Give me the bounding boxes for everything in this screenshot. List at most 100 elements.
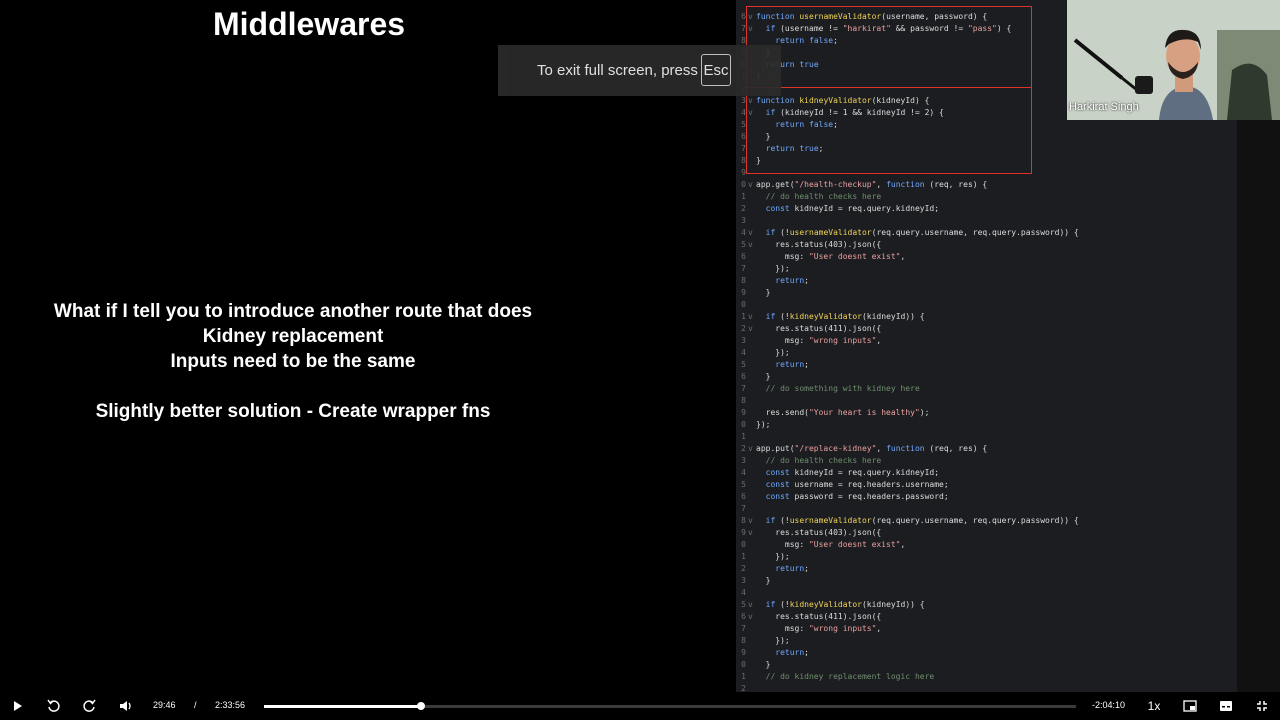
code-text: return false; xyxy=(775,36,838,45)
slide-line: What if I tell you to introduce another … xyxy=(53,301,533,322)
line-number: 8 xyxy=(741,156,746,165)
code-line: 7 return true; xyxy=(736,143,823,155)
play-button[interactable] xyxy=(6,692,30,720)
code-text: if (username != "harkirat" && password !… xyxy=(765,24,1012,33)
line-number: 8 xyxy=(741,516,746,525)
code-line: 6 } xyxy=(736,131,770,143)
fold-chevron-icon: v xyxy=(748,180,753,189)
code-line: 9 return; xyxy=(736,647,809,659)
right-margin xyxy=(1237,120,1280,692)
code-line: 1 // do kidney replacement logic here xyxy=(736,671,934,683)
code-line: 2 return; xyxy=(736,563,809,575)
slide-line: Inputs need to be the same xyxy=(170,351,416,372)
captions-icon xyxy=(1220,701,1232,711)
line-number: 0 xyxy=(741,420,746,429)
code-text: } xyxy=(756,132,771,141)
code-line: 5 return false; xyxy=(736,119,838,131)
code-text: if (!kidneyValidator(kidneyId)) { xyxy=(765,312,925,321)
code-text: } xyxy=(756,156,761,165)
line-number: 0 xyxy=(741,300,746,309)
picture-in-picture-icon xyxy=(1183,700,1197,712)
line-number: 5 xyxy=(741,240,746,249)
code-text: msg: "wrong inputs", xyxy=(756,624,882,633)
line-number: 9 xyxy=(741,288,746,297)
line-number: 3 xyxy=(741,96,746,105)
code-text: return; xyxy=(775,276,809,285)
code-line: 7 }); xyxy=(736,263,790,275)
code-text: return true; xyxy=(765,144,824,153)
code-line: 9 res.send("Your heart is healthy"); xyxy=(736,407,929,419)
fold-chevron-icon: v xyxy=(748,96,753,105)
fold-chevron-icon: v xyxy=(748,312,753,321)
line-number: 0 xyxy=(741,540,746,549)
code-line: 7v if (username != "harkirat" && passwor… xyxy=(736,23,1011,35)
line-number: 4 xyxy=(741,468,746,477)
line-number: 5 xyxy=(741,360,746,369)
code-text: if (!kidneyValidator(kidneyId)) { xyxy=(765,600,925,609)
code-line: 7 msg: "wrong inputs", xyxy=(736,623,881,635)
code-line: 1 }); xyxy=(736,551,790,563)
slide-line: Kidney replacement xyxy=(202,326,384,347)
seek-bar[interactable] xyxy=(264,705,1076,708)
presenter-name: Harkirat Singh xyxy=(1069,101,1139,113)
code-text: if (!usernameValidator(req.query.usernam… xyxy=(765,516,1079,525)
line-number: 6 xyxy=(741,12,746,21)
code-text: const password = req.headers.password; xyxy=(765,492,949,501)
code-text: } xyxy=(756,576,771,585)
forward-button[interactable] xyxy=(77,692,101,720)
total-duration: 2:33:56 xyxy=(215,700,246,710)
rewind-10-icon xyxy=(47,699,60,712)
line-number: 7 xyxy=(741,264,746,273)
code-text: msg: "User doesnt exist", xyxy=(756,252,906,261)
line-number: 8 xyxy=(741,276,746,285)
code-line: 4v if (kidneyId != 1 && kidneyId != 2) { xyxy=(736,107,944,119)
esc-key-hint: Esc xyxy=(701,54,731,86)
code-line: 6 } xyxy=(736,371,770,383)
exit-fullscreen-button[interactable] xyxy=(1250,692,1274,720)
line-number: 2 xyxy=(741,684,746,692)
forward-10-icon xyxy=(83,699,96,712)
line-number: 1 xyxy=(741,432,746,441)
play-icon xyxy=(14,701,22,711)
pip-button[interactable] xyxy=(1178,692,1202,720)
line-number: 5 xyxy=(741,480,746,489)
code-line: 0 msg: "User doesnt exist", xyxy=(736,539,905,551)
fold-chevron-icon: v xyxy=(748,228,753,237)
code-line: 4 }); xyxy=(736,347,790,359)
speed-button[interactable]: 1x xyxy=(1142,692,1166,720)
video-controls: 29:46 / 2:33:56 -2:04:10 1x xyxy=(0,692,1280,720)
code-text: } xyxy=(756,372,771,381)
code-line: 0}); xyxy=(736,419,770,431)
code-line: 3 } xyxy=(736,575,770,587)
code-text: } xyxy=(756,660,771,669)
seek-thumb[interactable] xyxy=(416,702,425,710)
code-text: msg: "User doesnt exist", xyxy=(756,540,906,549)
code-line: 9v res.status(403).json({ xyxy=(736,527,881,539)
code-text: }); xyxy=(756,264,790,273)
code-text: res.send("Your heart is healthy"); xyxy=(756,408,930,417)
fold-chevron-icon: v xyxy=(748,528,753,537)
line-number: 5 xyxy=(741,120,746,129)
line-number: 2 xyxy=(741,444,746,453)
line-number: 6 xyxy=(741,372,746,381)
rewind-button[interactable] xyxy=(42,692,66,720)
line-number: 9 xyxy=(741,408,746,417)
line-number: 0 xyxy=(741,660,746,669)
line-number: 8 xyxy=(741,636,746,645)
slide-body: What if I tell you to introduce another … xyxy=(0,299,586,424)
code-line: 2 xyxy=(736,683,756,692)
code-text: function kidneyValidator(kidneyId) { xyxy=(756,96,930,105)
code-text: res.status(411).json({ xyxy=(756,324,882,333)
fullscreen-exit-notice: To exit full screen, press Esc xyxy=(498,45,781,96)
code-text: const kidneyId = req.query.kidneyId; xyxy=(765,204,940,213)
captions-button[interactable] xyxy=(1214,692,1238,720)
code-line: 2v res.status(411).json({ xyxy=(736,323,881,335)
code-text: return; xyxy=(775,564,809,573)
line-number: 7 xyxy=(741,144,746,153)
volume-button[interactable] xyxy=(114,692,138,720)
exit-fullscreen-icon xyxy=(1257,701,1267,711)
fold-chevron-icon: v xyxy=(748,600,753,609)
line-number: 6 xyxy=(741,132,746,141)
code-text: // do something with kidney here xyxy=(756,384,920,393)
code-text: }); xyxy=(756,636,790,645)
